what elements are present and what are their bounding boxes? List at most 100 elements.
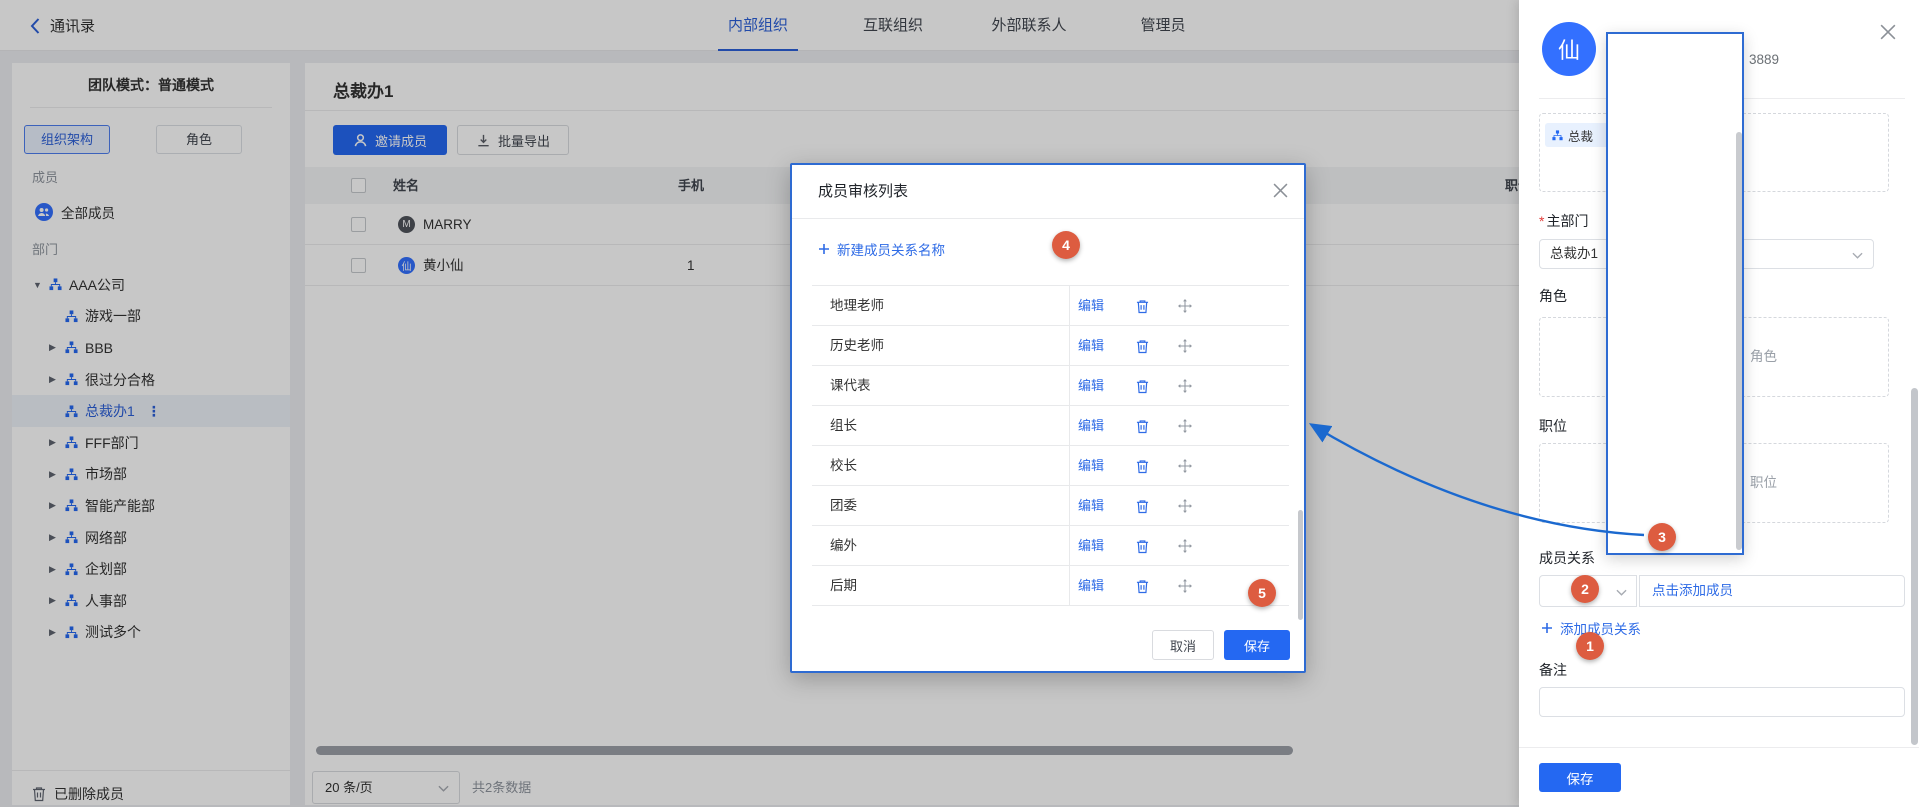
edit-link[interactable]: 编辑 (1078, 566, 1104, 606)
member-review-modal: 成员审核列表 新建成员关系名称 地理老师 编辑 历史老师 编辑 课代表 编 (790, 163, 1306, 673)
trash-icon[interactable] (1136, 459, 1149, 474)
relation-row: 团委 编辑 (812, 486, 1289, 526)
save-button[interactable]: 保存 (1224, 630, 1290, 660)
trash-icon[interactable] (1136, 379, 1149, 394)
edit-link[interactable]: 编辑 (1078, 526, 1104, 566)
column-divider (1069, 326, 1070, 365)
column-divider (1069, 286, 1070, 325)
dropdown-option[interactable] (1608, 166, 1742, 198)
annotation-badge-5: 5 (1248, 579, 1276, 607)
relation-name: 组长 (830, 406, 857, 446)
modal-title: 成员审核列表 (818, 165, 908, 218)
relation-field-label: 成员关系 (1539, 548, 1595, 568)
dropdown-option[interactable] (1608, 457, 1742, 489)
column-divider (1069, 366, 1070, 405)
move-icon[interactable] (1178, 499, 1192, 513)
relation-row: 编外 编辑 (812, 526, 1289, 566)
dropdown-option[interactable] (1608, 489, 1742, 521)
add-relation-label: 添加成员关系 (1560, 618, 1641, 638)
relation-row: 校长 编辑 (812, 446, 1289, 486)
dropdown-scrollbar[interactable] (1736, 132, 1742, 550)
dropdown-option[interactable] (1608, 68, 1742, 100)
relation-table: 地理老师 编辑 历史老师 编辑 课代表 编辑 组长 编辑 (812, 285, 1289, 606)
relation-name: 历史老师 (830, 326, 884, 366)
divider (1519, 747, 1919, 748)
relation-dropdown (1606, 32, 1744, 555)
avatar: 仙 (1542, 22, 1596, 76)
dept-field-label: *主部门 (1539, 211, 1588, 231)
save-button[interactable]: 保存 (1539, 763, 1621, 792)
edit-link[interactable]: 编辑 (1078, 406, 1104, 446)
trash-icon[interactable] (1136, 539, 1149, 554)
dropdown-option[interactable] (1608, 425, 1742, 457)
relation-row: 课代表 编辑 (812, 366, 1289, 406)
edit-link[interactable]: 编辑 (1078, 286, 1104, 326)
chevron-down-icon (1852, 252, 1863, 259)
new-relation-link[interactable]: 新建成员关系名称 (818, 239, 945, 259)
dropdown-option[interactable] (1608, 133, 1742, 165)
add-member-field[interactable]: 点击添加成员 (1639, 575, 1905, 607)
edit-link[interactable]: 编辑 (1078, 446, 1104, 486)
relation-row: 后期 编辑 (812, 566, 1289, 606)
column-divider (1069, 406, 1070, 445)
move-icon[interactable] (1178, 539, 1192, 553)
annotation-badge-1: 1 (1576, 632, 1604, 660)
required-mark: * (1539, 213, 1544, 229)
app-window: 通讯录 内部组织 互联组织 外部联系人 管理员 团队模式：普通模式 组织架构 角… (0, 0, 1919, 807)
relation-row: 地理老师 编辑 (812, 286, 1289, 326)
position-placeholder: 职位 (1750, 471, 1777, 491)
column-divider (1069, 486, 1070, 525)
new-relation-label: 新建成员关系名称 (837, 239, 945, 259)
position-field-label: 职位 (1539, 416, 1567, 436)
department-chip-label: 总裁 (1568, 126, 1593, 145)
trash-icon[interactable] (1136, 499, 1149, 514)
move-icon[interactable] (1178, 379, 1192, 393)
dropdown-option[interactable] (1608, 295, 1742, 327)
dropdown-option[interactable] (1608, 230, 1742, 262)
cancel-button[interactable]: 取消 (1152, 630, 1214, 660)
annotation-badge-3: 3 (1648, 523, 1676, 551)
dropdown-option[interactable] (1608, 198, 1742, 230)
relation-name: 地理老师 (830, 286, 884, 326)
plus-icon (1541, 622, 1553, 634)
move-icon[interactable] (1178, 579, 1192, 593)
close-icon[interactable] (1880, 24, 1896, 40)
dropdown-option[interactable] (1608, 392, 1742, 424)
edit-link[interactable]: 编辑 (1078, 366, 1104, 406)
dropdown-option[interactable] (1608, 360, 1742, 392)
annotation-badge-4: 4 (1052, 231, 1080, 259)
dropdown-option[interactable] (1608, 101, 1742, 133)
move-icon[interactable] (1178, 339, 1192, 353)
close-icon[interactable] (1273, 183, 1288, 198)
move-icon[interactable] (1178, 299, 1192, 313)
edit-link[interactable]: 编辑 (1078, 326, 1104, 366)
dropdown-option[interactable] (1608, 328, 1742, 360)
trash-icon[interactable] (1136, 299, 1149, 314)
plus-icon (818, 243, 830, 255)
trash-icon[interactable] (1136, 419, 1149, 434)
relation-name: 课代表 (830, 366, 871, 406)
dept-select-value: 总裁办1 (1550, 240, 1598, 268)
remark-input[interactable] (1539, 687, 1905, 717)
org-icon (1552, 130, 1563, 141)
relation-row: 历史老师 编辑 (812, 326, 1289, 366)
dropdown-anchor-input[interactable] (1604, 0, 1650, 32)
relation-row: 组长 编辑 (812, 406, 1289, 446)
chevron-down-icon (1616, 589, 1627, 596)
modal-scrollbar[interactable] (1298, 510, 1303, 620)
relation-name: 校长 (830, 446, 857, 486)
vertical-scrollbar[interactable] (1911, 388, 1918, 745)
edit-link[interactable]: 编辑 (1078, 486, 1104, 526)
remark-field-label: 备注 (1539, 660, 1567, 680)
dropdown-option[interactable] (1608, 36, 1742, 68)
relation-name: 团委 (830, 486, 857, 526)
trash-icon[interactable] (1136, 339, 1149, 354)
add-member-link[interactable]: 点击添加成员 (1652, 576, 1733, 606)
column-divider (1069, 526, 1070, 565)
move-icon[interactable] (1178, 459, 1192, 473)
role-placeholder: 角色 (1750, 345, 1777, 365)
trash-icon[interactable] (1136, 579, 1149, 594)
move-icon[interactable] (1178, 419, 1192, 433)
dropdown-option[interactable] (1608, 263, 1742, 295)
relation-name: 后期 (830, 566, 857, 606)
